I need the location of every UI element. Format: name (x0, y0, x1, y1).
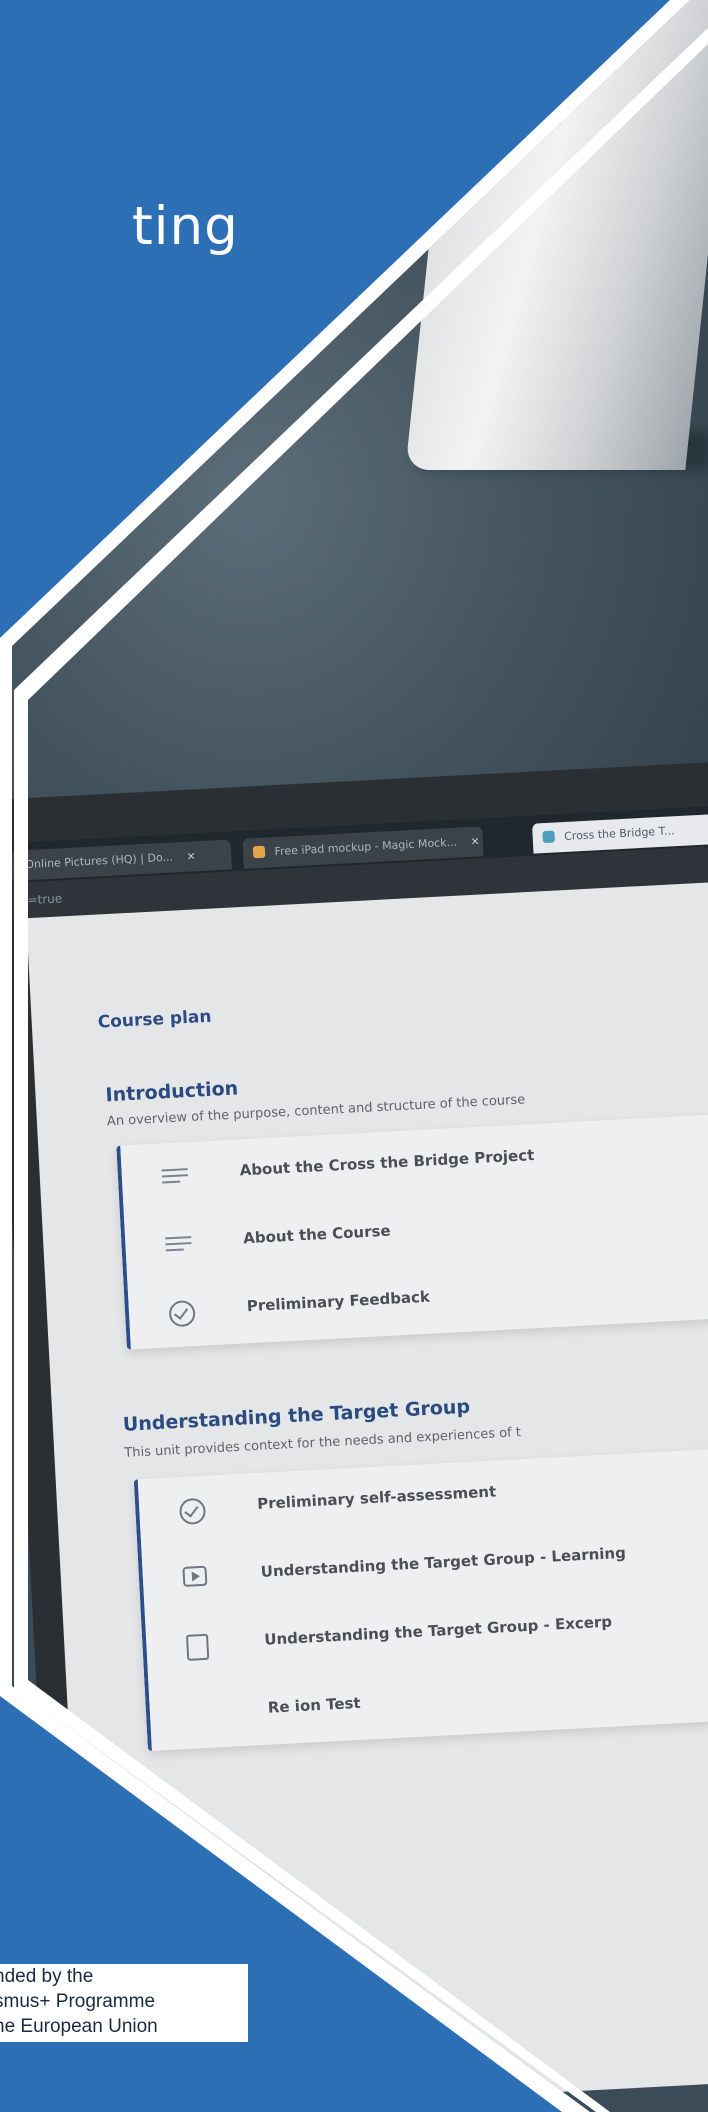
unit-items-list: About the Cross the Bridge Project About… (116, 1112, 708, 1350)
funding-line: he European Union (0, 2016, 158, 2037)
tab-label: Free iPad mockup - Magic Mock... (274, 835, 458, 859)
funding-line: nded by the (0, 1966, 94, 1987)
video-icon (182, 1565, 208, 1587)
laptop-screen: << Online Pictures (HQ) | Do... × Free i… (3, 760, 708, 2112)
course-plan-title: Course plan (97, 1006, 212, 1033)
close-icon[interactable]: × (186, 849, 196, 862)
item-label: Re ion Test (267, 1693, 362, 1717)
funding-notice: nded by the smus+ Programme he European … (0, 1964, 248, 2042)
page-heading: ting (132, 196, 239, 257)
unit-title: Introduction (105, 1077, 239, 1107)
document-icon (185, 1633, 210, 1661)
item-label: About the Course (242, 1221, 392, 1248)
item-label: Understanding the Target Group - Excerp (263, 1612, 613, 1649)
text-lines-icon (161, 1164, 188, 1189)
close-icon[interactable]: × (470, 834, 480, 847)
item-label: About the Cross the Bridge Project (239, 1146, 535, 1180)
favicon-icon (542, 830, 555, 844)
unit-items-list: Preliminary self-assessment Understandin… (133, 1445, 708, 1752)
tab-label: Cross the Bridge T... (563, 824, 675, 843)
item-label: Preliminary Feedback (246, 1287, 431, 1316)
favicon-icon (252, 845, 266, 859)
item-label: Preliminary self-assessment (256, 1482, 497, 1513)
text-lines-icon (165, 1232, 192, 1257)
check-circle-icon (190, 1701, 217, 1726)
tab-label: << Online Pictures (HQ) | Do... (3, 850, 174, 873)
item-label: Understanding the Target Group - Learnin… (260, 1543, 627, 1581)
funding-line: smus+ Programme (0, 1991, 156, 2012)
course-page: Course plan Introduction An overview of … (26, 878, 708, 2112)
photo-white-object (405, 0, 708, 470)
check-circle-icon (178, 1497, 207, 1526)
check-circle-icon (168, 1299, 196, 1328)
